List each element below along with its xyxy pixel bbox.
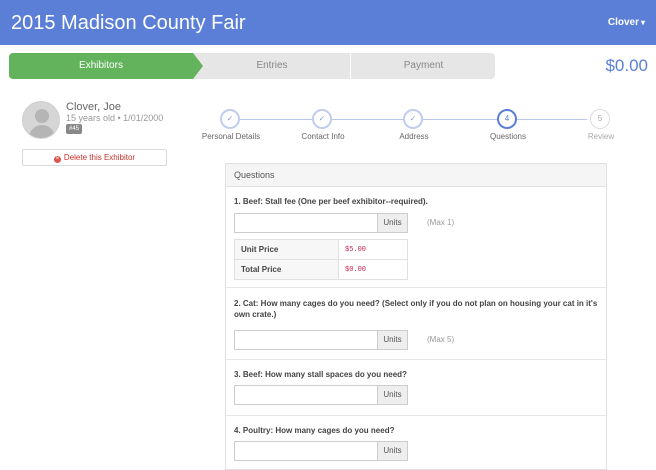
delete-exhibitor-button[interactable]: × Delete this Exhibitor [22,149,167,166]
wizard-step-personal-details-icon[interactable]: ✓ [220,109,240,129]
remove-circle-icon: × [53,156,61,163]
checkout-steps: Exhibitors Entries Payment [9,53,495,79]
user-menu[interactable]: Clover ▾ [608,17,645,28]
wizard-step-contact-info-icon[interactable]: ✓ [312,109,332,129]
question-1-price-table: Unit Price $5.00 Total Price $0.00 [234,239,408,280]
wizard-step-address-icon[interactable]: ✓ [403,109,423,129]
step-exhibitors[interactable]: Exhibitors [9,53,193,79]
question-4-units: Units [378,441,408,461]
step-arrow-icon [193,53,203,79]
question-1-max: (Max 1) [427,218,455,227]
question-2-units: Units [378,330,408,350]
question-4: 4. Poultry: How many cages do you need? … [226,416,606,470]
wizard-progress: ✓ Personal Details ✓ Contact Info ✓ Addr… [200,108,630,148]
cart-total: $0.00 [605,56,648,75]
question-1-title: 1. Beef: Stall fee (One per beef exhibit… [234,197,428,206]
exhibitor-meta: 15 years old • 1/01/2000 [66,113,164,123]
wizard-label-questions: Questions [489,132,527,141]
question-2-title: 2. Cat: How many cages do you need? (Sel… [234,299,598,319]
question-1: 1. Beef: Stall fee (One per beef exhibit… [226,188,606,288]
question-2-input[interactable] [234,330,378,350]
question-1-input[interactable] [234,213,378,233]
exhibitor-name: Clover, Joe [66,101,122,113]
delete-exhibitor-label: Delete this Exhibitor [63,153,136,162]
top-nav-bar: 2015 Madison County Fair Clover ▾ [0,0,656,45]
wizard-label-personal-details: Personal Details [201,132,261,141]
chevron-down-icon: ▾ [640,18,645,27]
questions-heading: Questions [226,164,606,187]
question-2-max: (Max 5) [427,335,455,344]
question-2: 2. Cat: How many cages do you need? (Sel… [226,288,606,360]
exhibitor-number-badge: #45 [66,124,83,134]
step-entries[interactable]: Entries [193,53,351,79]
table-row: Unit Price $5.00 [234,239,408,260]
question-3-title: 3. Beef: How many stall spaces do you ne… [234,370,407,379]
step-payment[interactable]: Payment [352,53,495,79]
question-1-units: Units [378,213,408,233]
avatar-body [29,125,55,138]
avatar-head [35,109,49,123]
question-3: 3. Beef: How many stall spaces do you ne… [226,360,606,416]
question-3-input[interactable] [234,385,378,405]
step-arrow-icon [351,53,361,79]
app-title: 2015 Madison County Fair [11,12,246,34]
question-3-units: Units [378,385,408,405]
unit-price-value: $5.00 [338,239,408,260]
wizard-label-review: Review [587,132,615,141]
unit-price-label: Unit Price [234,239,339,260]
total-price-value: $0.00 [338,259,408,280]
question-4-title: 4. Poultry: How many cages do you need? [234,426,395,435]
total-price-label: Total Price [234,259,339,280]
wizard-label-contact-info: Contact Info [301,132,345,141]
user-menu-label: Clover [607,17,639,28]
wizard-step-questions-icon[interactable]: 4 [497,109,517,129]
wizard-step-review-icon[interactable]: 5 [590,109,610,129]
questions-panel: Questions 1. Beef: Stall fee (One per be… [225,163,607,470]
table-row: Total Price $0.00 [234,259,408,280]
question-4-input[interactable] [234,441,378,461]
avatar [22,101,60,139]
wizard-label-address: Address [399,132,429,141]
